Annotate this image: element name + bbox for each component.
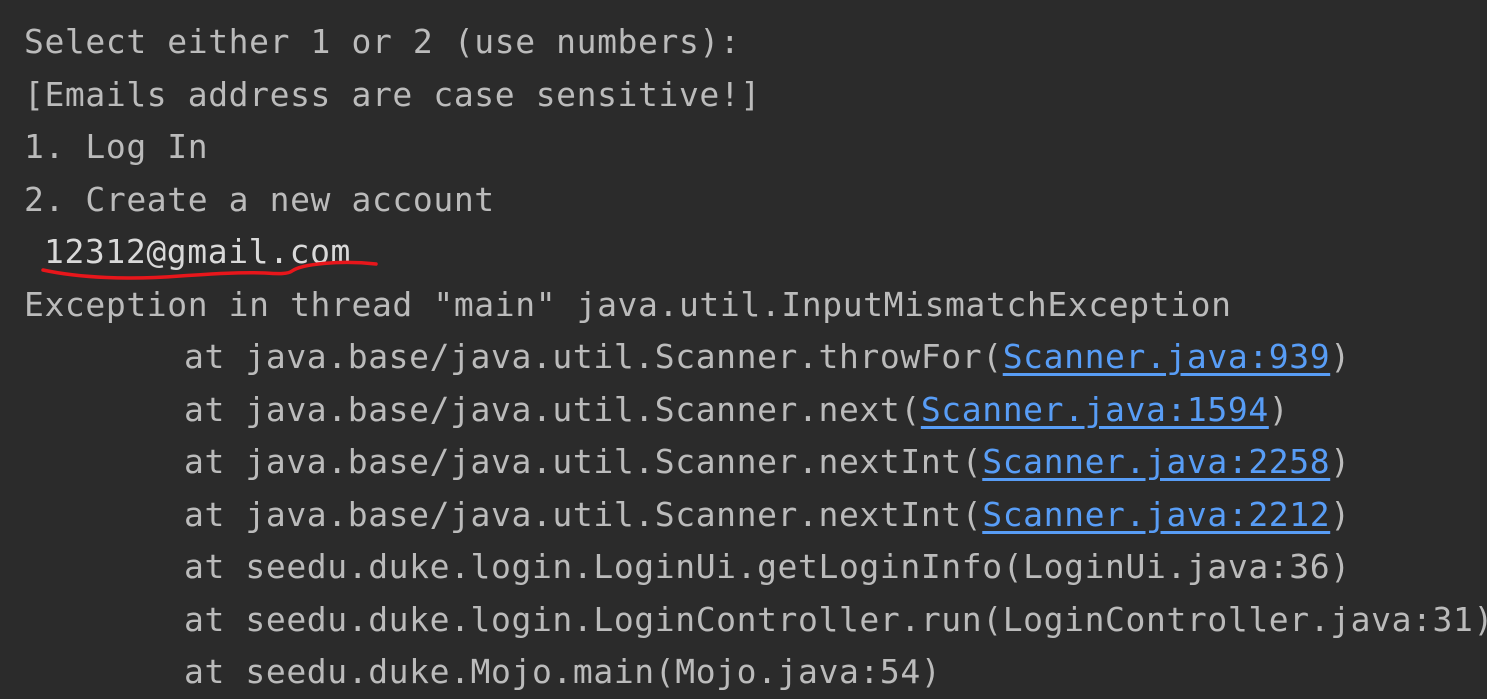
user-input-line: 12312@gmail.com — [44, 232, 352, 271]
stack-frame: at java.base/java.util.Scanner.throwFor(… — [24, 331, 1487, 384]
stack-frame-text: at java.base/java.util.Scanner.throwFor( — [184, 337, 1003, 376]
stack-frame-text: at java.base/java.util.Scanner.next( — [184, 389, 921, 429]
prompt-line-login-option: 1. Log In — [24, 127, 209, 166]
stack-frame-text: at seedu.duke.login.LoginController.run(… — [184, 599, 1487, 639]
stack-frame-text: at java.base/java.util.Scanner.nextInt( — [184, 442, 983, 481]
stack-frame-suffix: ) — [1330, 442, 1351, 481]
stack-frame: at java.base/java.util.Scanner.nextInt(S… — [24, 489, 1487, 542]
prompt-line-select: Select either 1 or 2 (use numbers): — [24, 22, 741, 61]
prompt-line-case-note: [Emails address are case sensitive!] — [24, 74, 761, 114]
stack-frame-suffix: ) — [1330, 337, 1351, 376]
stack-frame-link[interactable]: Scanner.java:2212 — [982, 495, 1330, 534]
stack-frame-link[interactable]: Scanner.java:1594 — [921, 390, 1269, 429]
console-output: Select either 1 or 2 (use numbers): [Ema… — [0, 0, 1487, 699]
stack-frame-text: at seedu.duke.Mojo.main(Mojo.java:54) — [184, 652, 942, 691]
stack-frame: at seedu.duke.Mojo.main(Mojo.java:54) — [24, 646, 1487, 699]
stack-frame-suffix: ) — [1330, 494, 1351, 534]
stack-frame: at java.base/java.util.Scanner.nextInt(S… — [24, 436, 1487, 489]
stack-frame: at seedu.duke.login.LoginUi.getLoginInfo… — [24, 541, 1487, 594]
stack-frame-link[interactable]: Scanner.java:2258 — [982, 442, 1330, 481]
stack-frame-link[interactable]: Scanner.java:939 — [1003, 337, 1330, 376]
stack-frame-text: at seedu.duke.login.LoginUi.getLoginInfo… — [184, 547, 1351, 586]
exception-header: Exception in thread "main" java.util.Inp… — [24, 284, 1232, 324]
stack-frame-text: at java.base/java.util.Scanner.nextInt( — [184, 494, 983, 534]
stack-frame: at seedu.duke.login.LoginController.run(… — [24, 594, 1487, 647]
prompt-line-create-option: 2. Create a new account — [24, 179, 495, 219]
stack-frame-suffix: ) — [1268, 389, 1290, 429]
stack-frame: at java.base/java.util.Scanner.next(Scan… — [24, 384, 1487, 437]
